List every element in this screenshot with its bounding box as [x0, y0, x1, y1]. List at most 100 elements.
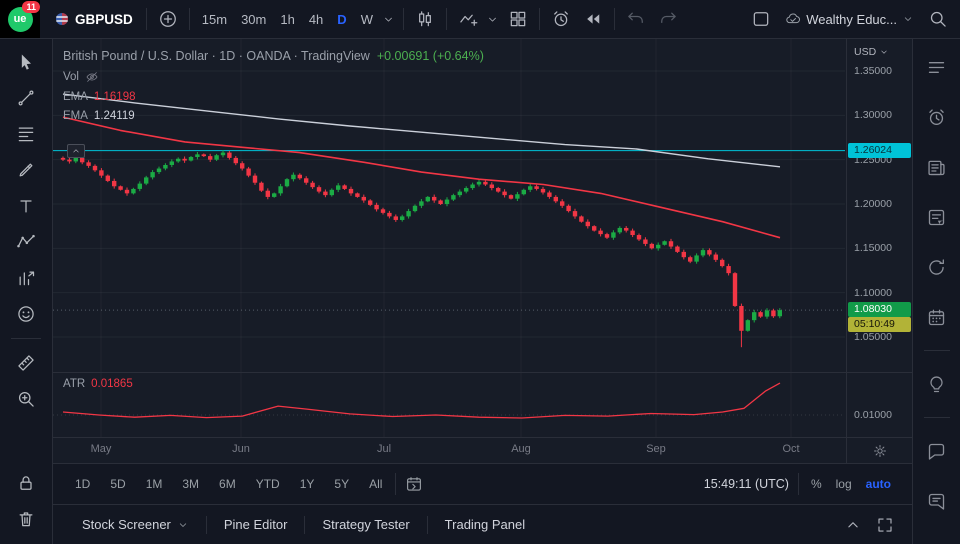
timeframe-1h[interactable]: 1h — [273, 6, 301, 32]
month-label[interactable]: Aug — [511, 443, 531, 455]
time-axis[interactable]: May Jun Jul Aug Sep Oct — [53, 437, 912, 463]
auto-scale-toggle[interactable]: auto — [866, 477, 891, 491]
clock[interactable]: 15:49:11 (UTC) — [704, 477, 789, 491]
gear-icon[interactable] — [872, 443, 888, 459]
month-label[interactable]: Jun — [232, 443, 250, 455]
timeframe-30m[interactable]: 30m — [234, 6, 273, 32]
data-window-icon[interactable] — [920, 200, 954, 234]
app-logo[interactable]: ue 11 — [0, 0, 40, 38]
zoom-icon[interactable] — [9, 382, 43, 416]
range-1M[interactable]: 1M — [138, 474, 171, 494]
hotlists-icon[interactable] — [920, 250, 954, 284]
atr-tick-label: 0.01000 — [854, 409, 892, 421]
redo-button[interactable] — [652, 5, 684, 33]
public-chat-icon[interactable] — [920, 484, 954, 518]
ideas-icon[interactable] — [920, 367, 954, 401]
divider — [445, 8, 447, 30]
price-tick-label: 1.20000 — [854, 198, 892, 210]
cloud-saved-icon — [785, 11, 801, 27]
range-1D[interactable]: 1D — [67, 474, 98, 494]
atr-indicator-pane[interactable]: ATR 0.01865 0.01000 — [53, 372, 912, 437]
range-All[interactable]: All — [361, 474, 390, 494]
range-5Y[interactable]: 5Y — [326, 474, 357, 494]
panel-maximize-icon[interactable] — [876, 516, 894, 534]
price-scale[interactable]: USD 1.35000 1.30000 1.25000 1.20000 1.15000 1… — [846, 39, 912, 372]
tab-strategy-tester[interactable]: Strategy Tester — [305, 505, 426, 544]
indicators-menu-chevron-icon[interactable] — [484, 5, 502, 33]
timeframe-4h[interactable]: 4h — [302, 6, 330, 32]
currency-selector[interactable]: USD — [854, 46, 889, 58]
trash-icon[interactable] — [9, 502, 43, 536]
panel-expand-chevron-icon[interactable] — [844, 516, 862, 534]
cursor-icon[interactable] — [9, 45, 43, 79]
range-1Y[interactable]: 1Y — [292, 474, 323, 494]
watchlist-icon[interactable] — [920, 50, 954, 84]
tab-label: Stock Screener — [82, 517, 171, 532]
ema-slow-legend-row[interactable]: EMA 1.24119 — [63, 110, 484, 122]
divider — [797, 473, 799, 495]
support-icon[interactable] — [920, 534, 954, 544]
multichart-layout-button[interactable] — [502, 5, 534, 33]
calendar-icon[interactable] — [920, 300, 954, 334]
emoji-icon[interactable] — [9, 297, 43, 331]
search-button[interactable] — [922, 5, 954, 33]
range-5D[interactable]: 5D — [102, 474, 133, 494]
atr-chart[interactable] — [53, 373, 845, 437]
chart-style-button[interactable] — [409, 5, 441, 33]
indicators-button[interactable] — [452, 5, 484, 33]
volume-legend-row[interactable]: Vol — [63, 70, 484, 84]
layout-select-button[interactable] — [745, 5, 777, 33]
level-line-collapse-button[interactable] — [67, 144, 85, 158]
news-icon[interactable] — [920, 150, 954, 184]
main-chart-pane[interactable]: British Pound / U.S. Dollar · 1D · OANDA… — [53, 39, 912, 372]
timeframe-D[interactable]: D — [330, 6, 353, 32]
timeframe-W[interactable]: W — [354, 6, 380, 32]
atr-legend[interactable]: ATR 0.01865 — [63, 378, 133, 390]
tab-trading-panel[interactable]: Trading Panel — [428, 505, 542, 544]
forecast-icon[interactable] — [9, 261, 43, 295]
go-to-date-icon[interactable] — [405, 475, 423, 493]
tab-stock-screener[interactable]: Stock Screener — [65, 505, 206, 544]
divider — [538, 8, 540, 30]
text-icon[interactable] — [9, 189, 43, 223]
month-label[interactable]: May — [91, 443, 112, 455]
legend-title-row[interactable]: British Pound / U.S. Dollar · 1D · OANDA… — [63, 49, 484, 63]
chat-icon[interactable] — [920, 434, 954, 468]
eye-off-icon[interactable] — [85, 70, 99, 84]
currency-label: USD — [854, 46, 877, 58]
ema-label: EMA — [63, 110, 88, 122]
atr-scale[interactable]: 0.01000 — [846, 373, 912, 437]
symbol-description: British Pound / U.S. Dollar · 1D · OANDA… — [63, 49, 370, 63]
symbol-search-button[interactable]: GBPUSD — [46, 5, 141, 33]
month-label[interactable]: Sep — [646, 443, 666, 455]
ema-fast-legend-row[interactable]: EMA 1.16198 — [63, 91, 484, 103]
ruler-icon[interactable] — [9, 346, 43, 380]
month-label[interactable]: Oct — [782, 443, 799, 455]
range-6M[interactable]: 6M — [211, 474, 244, 494]
bar-replay-button[interactable] — [577, 5, 609, 33]
range-YTD[interactable]: YTD — [248, 474, 288, 494]
month-labels[interactable]: May Jun Jul Aug Sep Oct — [53, 438, 845, 463]
range-3M[interactable]: 3M — [174, 474, 207, 494]
month-label[interactable]: Jul — [377, 443, 391, 455]
create-alert-button[interactable] — [545, 5, 577, 33]
price-tick-label: 1.35000 — [854, 65, 892, 77]
chevron-down-icon — [902, 13, 914, 25]
log-scale-toggle[interactable]: log — [836, 477, 852, 491]
price-tick-label: 1.05000 — [854, 331, 892, 343]
timeframe-menu-chevron-icon[interactable] — [380, 5, 398, 33]
percent-scale-toggle[interactable]: % — [811, 477, 822, 491]
fib-retracement-icon[interactable] — [9, 117, 43, 151]
divider — [395, 473, 397, 495]
alerts-icon[interactable] — [920, 100, 954, 134]
layout-name-button[interactable]: Wealthy Educ... — [777, 5, 922, 33]
xabcd-pattern-icon[interactable] — [9, 225, 43, 259]
tab-pine-editor[interactable]: Pine Editor — [207, 505, 305, 544]
trendline-icon[interactable] — [9, 81, 43, 115]
brush-icon[interactable] — [9, 153, 43, 187]
lock-icon[interactable] — [9, 466, 43, 500]
undo-button[interactable] — [620, 5, 652, 33]
bar-countdown-label: 05:10:49 — [848, 317, 911, 333]
add-symbol-button[interactable] — [152, 5, 184, 33]
timeframe-15m[interactable]: 15m — [195, 6, 234, 32]
